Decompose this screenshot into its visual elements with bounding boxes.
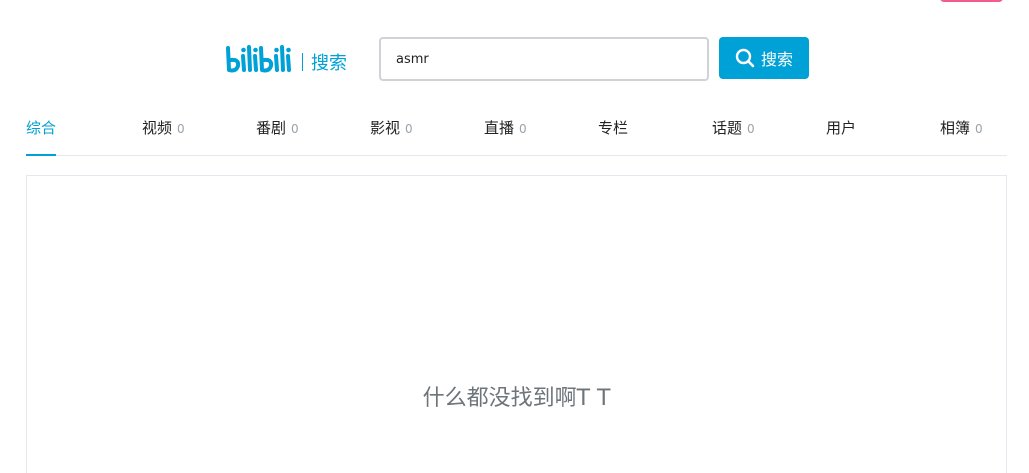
tab-all[interactable]: 综合 <box>26 100 57 156</box>
bilibili-logo[interactable]: 搜索 <box>224 42 347 78</box>
tab-label: 影视 <box>370 119 401 137</box>
tab-album[interactable]: 相簿 0 <box>940 100 983 155</box>
tab-label: 视频 <box>142 119 173 137</box>
bilibili-logo-icon <box>226 45 291 73</box>
search-button[interactable]: 搜索 <box>719 37 809 79</box>
tab-label: 直播 <box>484 119 515 137</box>
tab-topic[interactable]: 话题 0 <box>712 100 755 155</box>
tab-label: 话题 <box>712 119 743 137</box>
search-button-label: 搜索 <box>760 50 793 69</box>
tab-count: 0 <box>975 121 983 136</box>
tab-label: 用户 <box>826 119 857 137</box>
tab-live[interactable]: 直播 0 <box>484 100 527 155</box>
tab-count: 0 <box>291 121 299 136</box>
search-input[interactable] <box>379 37 709 81</box>
tab-count: 0 <box>405 121 413 136</box>
search-icon <box>735 48 755 68</box>
tab-label: 相簿 <box>940 119 971 137</box>
search-page: 搜索 搜索 综合 视频 0 番剧 0 影视 0 直播 0 专栏 <box>0 0 1029 473</box>
logo-search-label: 搜索 <box>311 53 347 74</box>
results-panel: 什么都没找到啊T T <box>26 175 1007 473</box>
tab-bangumi[interactable]: 番剧 0 <box>256 100 299 155</box>
empty-results-message: 什么都没找到啊T T <box>422 386 611 411</box>
search-type-tabs: 综合 视频 0 番剧 0 影视 0 直播 0 专栏 话题 0 用户 相簿 0 <box>26 100 1007 156</box>
tab-label: 番剧 <box>256 119 287 137</box>
top-corner-tag[interactable] <box>940 0 1003 2</box>
tab-count: 0 <box>747 121 755 136</box>
tab-movie[interactable]: 影视 0 <box>370 100 413 155</box>
tab-label: 综合 <box>26 119 57 137</box>
tab-article[interactable]: 专栏 <box>598 100 628 155</box>
tab-label: 专栏 <box>598 119 629 137</box>
tab-video[interactable]: 视频 0 <box>142 100 185 155</box>
tab-user[interactable]: 用户 <box>826 100 856 155</box>
logo-separator <box>302 53 303 71</box>
tab-count: 0 <box>177 121 185 136</box>
tab-count: 0 <box>519 121 527 136</box>
